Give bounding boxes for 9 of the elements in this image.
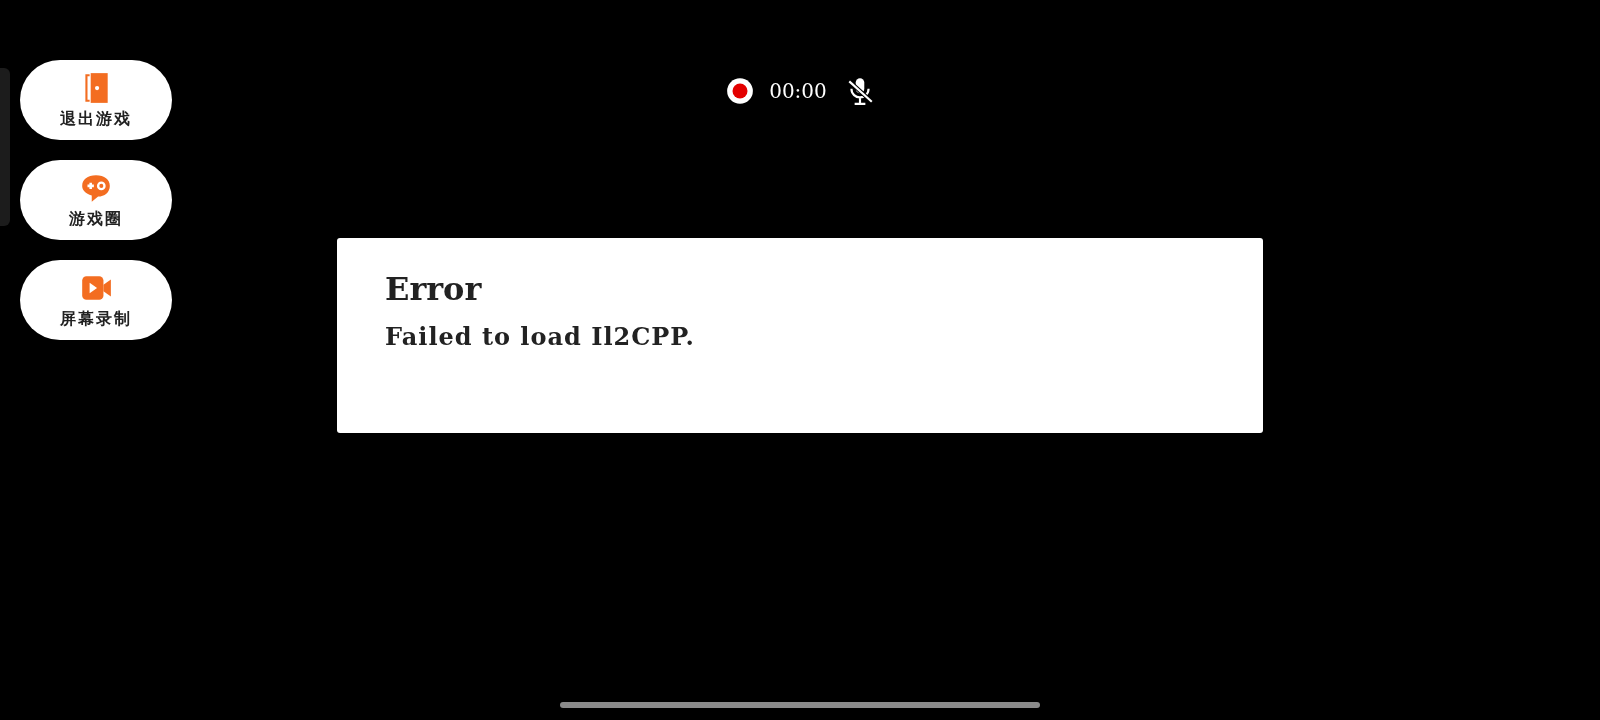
dialog-message: Failed to load Il2CPP. — [385, 322, 696, 351]
record-icon — [725, 76, 756, 106]
home-indicator[interactable] — [560, 702, 1040, 708]
menu-button[interactable]: 屏幕录制 — [20, 260, 172, 340]
dialog-title: Error — [385, 270, 483, 308]
menu-button[interactable]: 退出游戏 — [20, 60, 172, 140]
recording-time: 00:00 — [769, 79, 827, 103]
menu-button[interactable]: 游戏圈 — [20, 160, 172, 240]
edge-handle[interactable] — [0, 68, 10, 226]
